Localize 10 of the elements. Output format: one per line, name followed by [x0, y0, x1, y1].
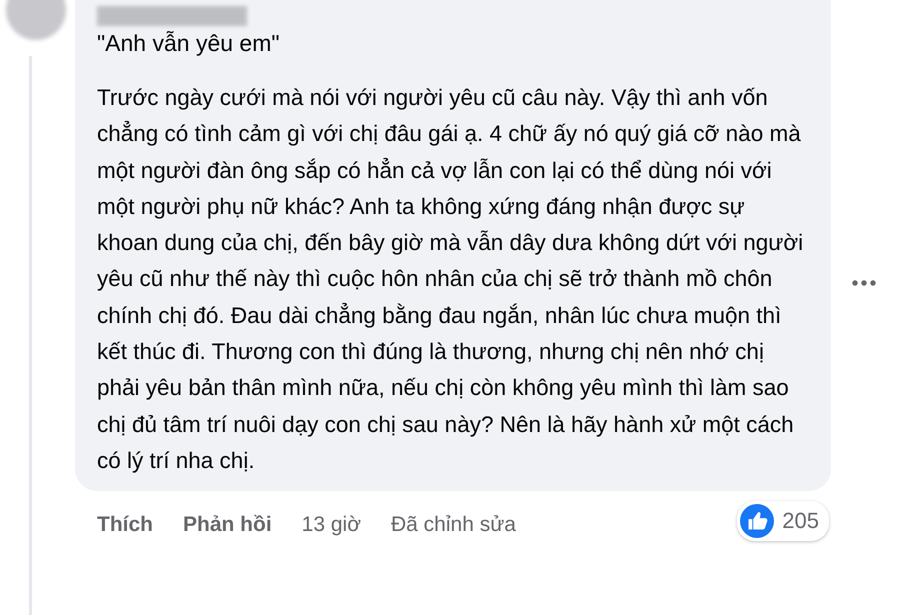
comment-quote: "Anh vẫn yêu em" — [97, 29, 281, 58]
more-options-icon[interactable] — [852, 280, 876, 286]
comment-meta: 13 giờ — [302, 513, 361, 538]
reaction-count: 205 — [782, 508, 819, 534]
comment-meta: Đã chỉnh sửa — [390, 513, 516, 538]
comment-text: Trước ngày cưới mà nói với người yêu cũ câu này. Vậy thì anh vốn chẳng có tình cảm gì với chị đâu gái ạ. 4 chữ ấy nó quý giá cỡ nào mà một người đàn ông sắp có hẳn cả vợ lẫn con lại có thể dùng nói với một người phụ nữ khác? Anh ta không xứng đáng nhận được sự khoan dung của chị, đến bây giờ mà vẫn dây dưa không dứt với người yêu cũ như thế này thì cuộc hôn nhân của chị sẽ trở thành mồ chôn chính chị đó. Đau dài chẳng bằng đau ngắn, nhân lúc chưa muộn thì kết thúc đi. Thương con thì đúng là thương, nhưng chị nên nhớ chị phải yêu bản thân mình nữa, nếu chị còn không yêu mình thì làm sao chị đủ tâm trí nuôi dạy con chị sau này? Nên là hãy hành xử một cách có lý trí nha chị. — [97, 84, 804, 475]
thumbs-up-icon — [740, 504, 774, 538]
action-link[interactable]: Phản hồi — [183, 513, 272, 538]
reaction-pill[interactable]: 205 — [737, 501, 829, 542]
action-link[interactable]: Thích — [97, 513, 153, 538]
